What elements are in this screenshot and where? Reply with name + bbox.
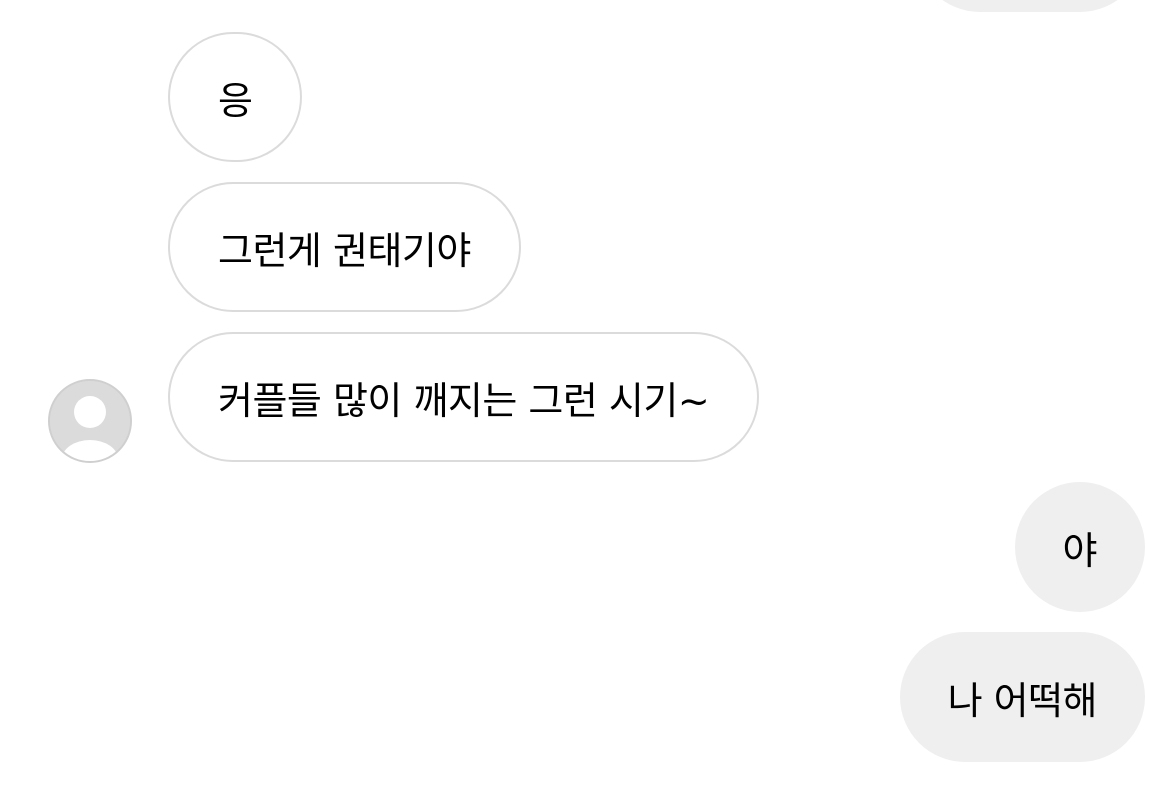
message-text: 야 [1062,528,1098,573]
outgoing-message-bubble-partial[interactable] [915,0,1145,12]
message-text: 그런게 권태기야 [218,228,471,273]
message-text: 나 어떡해 [947,678,1098,723]
message-text: 응 [218,78,253,123]
incoming-message-bubble[interactable]: 그런게 권태기야 [168,182,521,312]
message-text: 커플들 많이 깨지는 그런 시기~ [218,378,710,423]
sender-avatar-icon[interactable] [48,379,132,463]
outgoing-message-bubble[interactable]: 야 [1014,482,1145,612]
outgoing-message-bubble[interactable]: 나 어떡해 [899,632,1145,762]
incoming-message-bubble[interactable]: 커플들 많이 깨지는 그런 시기~ [168,332,760,462]
incoming-message-bubble[interactable]: 응 [168,32,303,162]
